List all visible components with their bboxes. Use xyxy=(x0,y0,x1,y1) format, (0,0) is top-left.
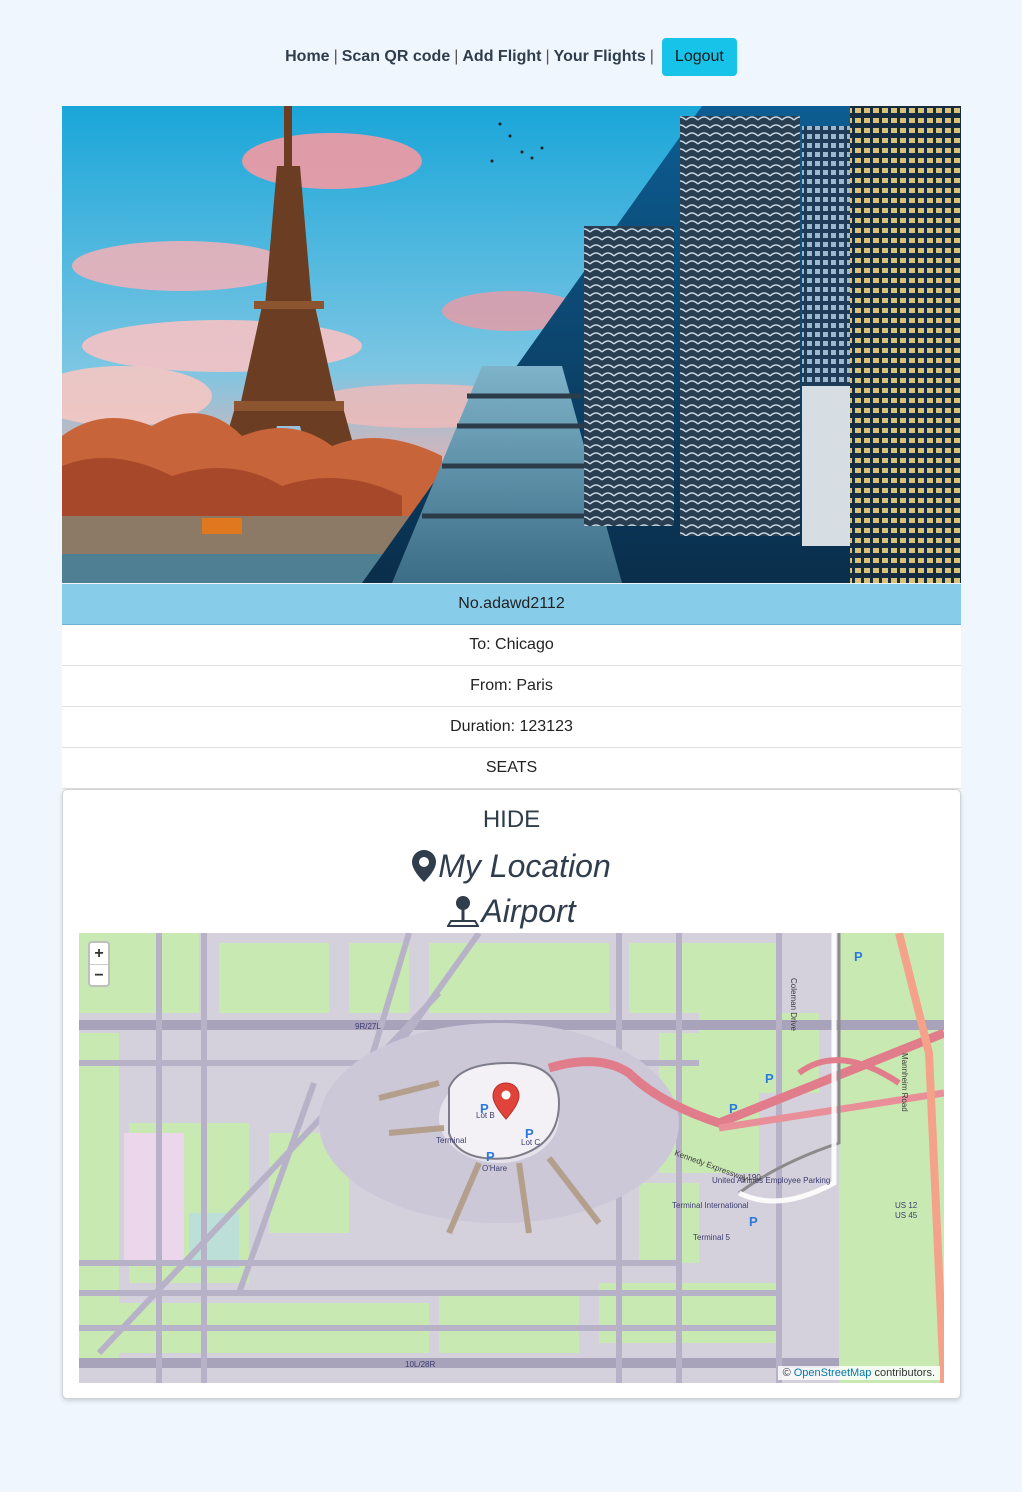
top-nav: Home | Scan QR code | Add Flight | Your … xyxy=(0,38,1022,76)
svg-text:P: P xyxy=(729,1101,738,1116)
map-label-us12: US 12 xyxy=(895,1201,918,1210)
flight-destination-row: To: Chicago xyxy=(62,625,961,666)
seats-toggle[interactable]: SEATS xyxy=(62,748,961,789)
nav-home-link[interactable]: Home xyxy=(285,48,329,66)
map-label-terminal-5: Terminal 5 xyxy=(693,1233,730,1242)
seats-label: SEATS xyxy=(485,759,538,776)
openstreetmap-link[interactable]: OpenStreetMap xyxy=(794,1367,872,1379)
map-label-runway-10l: 10L/28R xyxy=(405,1360,435,1369)
map-label-terminal: Terminal xyxy=(436,1136,466,1145)
map-label-lot-b: Lot B xyxy=(476,1111,495,1120)
nav-separator: | xyxy=(649,48,654,65)
nav-separator: | xyxy=(545,48,550,65)
flight-duration: Duration: 123123 xyxy=(450,718,573,735)
flight-destination: To: Chicago xyxy=(469,636,554,653)
map-label-runway-9r: 9R/27L xyxy=(355,1022,381,1031)
flight-number: No.adawd2112 xyxy=(458,595,565,612)
map-label-ohare: O'Hare xyxy=(482,1164,508,1173)
logout-button[interactable]: Logout xyxy=(661,38,737,76)
hide-button[interactable]: HIDE xyxy=(63,806,960,834)
map-attribution: © OpenStreetMap contributors. xyxy=(777,1366,940,1380)
flight-duration-row: Duration: 123123 xyxy=(62,707,961,748)
nav-separator: | xyxy=(454,48,459,65)
airport-map[interactable]: P P P P P P P Lot B Lot C Terminal O'Har… xyxy=(79,933,944,1383)
destination-hero-image xyxy=(62,106,961,583)
location-card: HIDE My Location Airport P P P P P P P L… xyxy=(62,789,961,1399)
svg-text:P: P xyxy=(765,1071,774,1086)
svg-text:P: P xyxy=(749,1214,758,1229)
map-label-lot-c: Lot C xyxy=(521,1138,540,1147)
map-label-coleman: Coleman Drive xyxy=(789,978,798,1031)
flight-number-row: No.adawd2112 xyxy=(62,584,961,625)
nav-add-flight-link[interactable]: Add Flight xyxy=(462,48,541,66)
my-location-button[interactable]: My Location xyxy=(63,846,960,886)
attribution-suffix: contributors. xyxy=(874,1367,935,1379)
map-label-terminal-intl: Terminal International xyxy=(672,1201,749,1210)
attribution-copyright: © xyxy=(782,1367,791,1379)
map-label-us45: US 45 xyxy=(895,1211,918,1220)
nav-separator: | xyxy=(333,48,338,65)
zoom-out-button[interactable]: − xyxy=(90,965,108,986)
nav-your-flights-link[interactable]: Your Flights xyxy=(554,48,646,66)
map-tiles: P P P P P P P Lot B Lot C Terminal O'Har… xyxy=(79,933,944,1383)
map-marker-icon xyxy=(412,850,437,882)
nav-scan-qr-link[interactable]: Scan QR code xyxy=(342,48,450,66)
map-pin-person-icon xyxy=(447,895,480,927)
map-label-mannheim: Mannheim Road xyxy=(900,1053,909,1112)
airport-button[interactable]: Airport xyxy=(63,891,960,931)
svg-text:P: P xyxy=(486,1149,495,1164)
zoom-in-button[interactable]: + xyxy=(90,943,108,965)
map-label-i190: I 190 xyxy=(743,1173,761,1182)
my-location-label: My Location xyxy=(438,847,611,884)
airport-label: Airport xyxy=(481,892,576,929)
svg-text:P: P xyxy=(854,949,863,964)
flight-origin-row: From: Paris xyxy=(62,666,961,707)
flight-origin: From: Paris xyxy=(470,677,553,694)
zoom-control: + − xyxy=(88,941,110,987)
